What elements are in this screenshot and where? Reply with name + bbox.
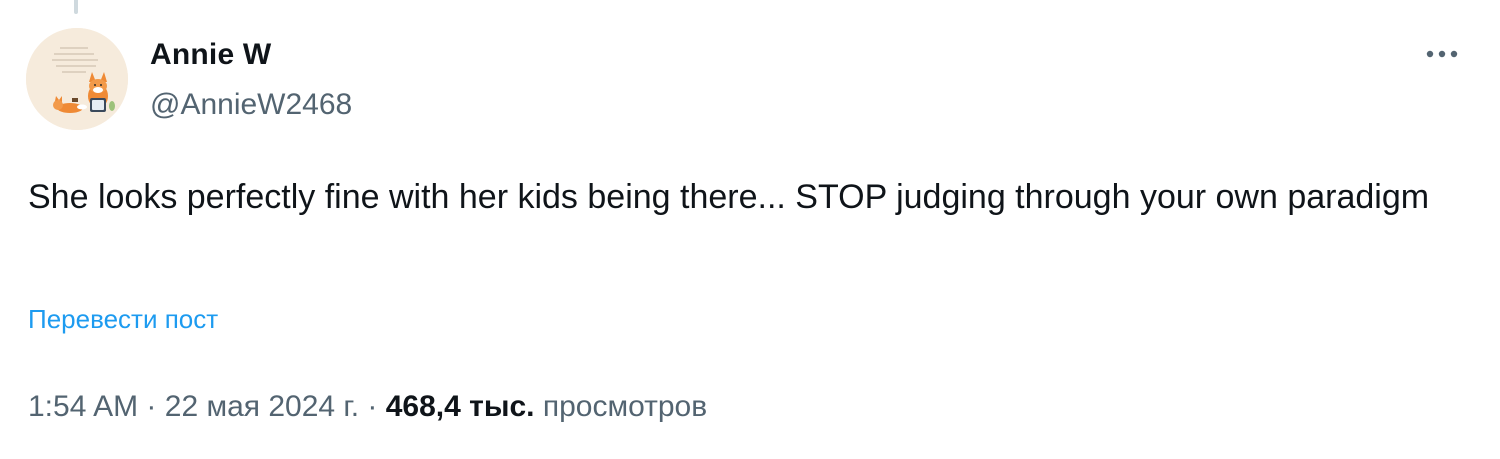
more-horizontal-icon [1426,50,1458,58]
author-handle[interactable]: @AnnieW2468 [150,86,352,124]
more-options-button[interactable] [1418,36,1466,72]
views-label: просмотров [542,390,708,423]
tweet-date[interactable]: 22 мая 2024 г. [165,390,359,423]
tweet-metadata: 1:54 AM · 22 мая 2024 г. · 468,4 тыс. пр… [28,388,707,426]
tweet-text: She looks perfectly fine with her kids b… [28,178,1430,216]
meta-separator: · [146,390,157,423]
avatar[interactable] [26,28,128,130]
meta-separator: · [367,390,378,423]
translate-post-link[interactable]: Перевести пост [28,302,218,336]
author-display-name[interactable]: Annie W [150,36,271,74]
thread-connector-line [74,0,78,14]
cartoon-fox-avatar-icon [26,28,128,130]
views-count[interactable]: 468,4 тыс. [386,390,535,423]
tweet-time[interactable]: 1:54 AM [28,390,138,423]
